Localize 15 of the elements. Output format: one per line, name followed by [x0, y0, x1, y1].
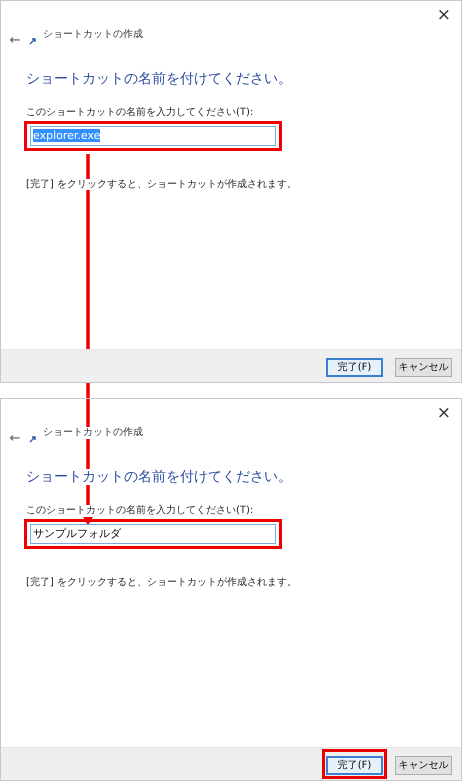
back-button[interactable]: ← — [7, 430, 23, 446]
name-field[interactable]: サンプルフォルダ — [30, 524, 276, 544]
close-button[interactable]: × — [434, 404, 453, 422]
window-title: ショートカットの作成 — [43, 29, 143, 40]
finish-button[interactable]: 完了(F) — [326, 756, 383, 775]
field-label: このショートカットの名前を入力してください(T): — [26, 505, 254, 517]
finish-button[interactable]: 完了(F) — [326, 358, 383, 377]
close-button[interactable]: × — [434, 6, 453, 24]
shortcut-icon — [29, 36, 37, 44]
shortcut-icon — [29, 434, 37, 442]
field-label: このショートカットの名前を入力してください(T): — [26, 107, 254, 119]
back-button[interactable]: ← — [7, 32, 23, 48]
window-title: ショートカットの作成 — [43, 427, 143, 438]
cancel-button[interactable]: キャンセル — [395, 358, 452, 377]
cancel-button[interactable]: キャンセル — [395, 756, 452, 775]
